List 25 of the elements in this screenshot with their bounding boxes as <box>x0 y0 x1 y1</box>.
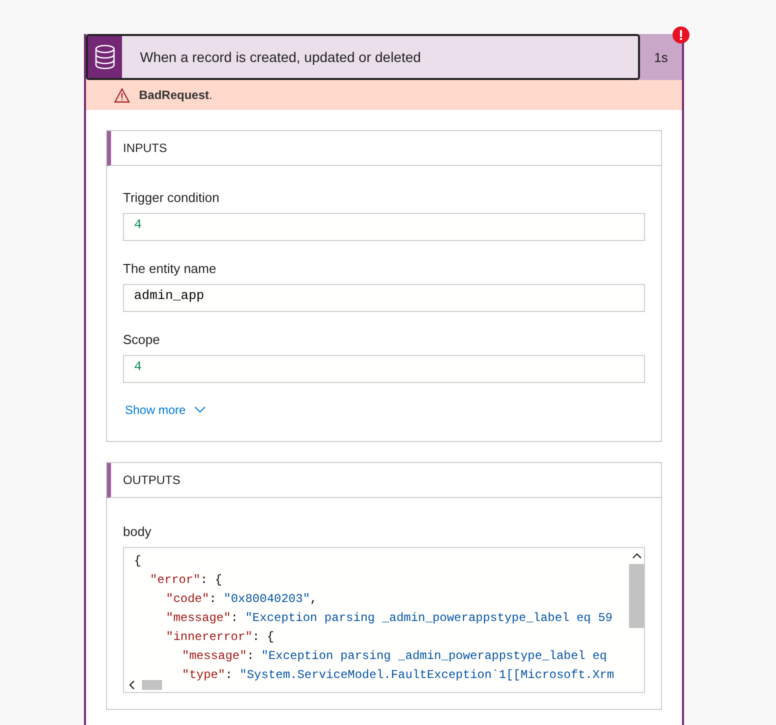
section-heading: OUTPUTS <box>123 473 180 487</box>
code-line: "code": "0x80040203", <box>166 591 318 608</box>
section-heading: INPUTS <box>123 141 168 155</box>
value-field: admin_app <box>123 284 645 312</box>
duration-label: 1s <box>653 48 669 66</box>
code-line: "message": "Exception parsing _admin_powerappstype_label eq <box>182 648 607 665</box>
field-label: Scope <box>123 332 161 347</box>
chevron-up-icon[interactable] <box>632 552 642 560</box>
error-message: BadRequest. <box>139 88 212 102</box>
code-line: "message": "Exception parsing _admin_powerappstype_label eq 59 <box>166 610 612 627</box>
code-line: "innererror": { <box>166 629 274 646</box>
field-label: body <box>123 524 152 539</box>
database-icon <box>88 36 122 78</box>
field-label: The entity name <box>123 261 218 276</box>
warning-icon <box>114 88 130 102</box>
code-line: "error": { <box>150 572 222 589</box>
show-more-link[interactable]: Show more <box>123 403 208 417</box>
chevron-down-icon <box>194 406 206 414</box>
value-field: 4 <box>123 213 645 241</box>
code-line: { <box>134 553 142 570</box>
chevron-left-icon[interactable] <box>128 680 136 690</box>
field-label: Trigger condition <box>123 190 220 205</box>
code-line: "type": "System.ServiceModel.FaultException`1[[Microsoft.Xrm <box>182 667 614 684</box>
trigger-title[interactable]: When a record is created, updated or deleted <box>140 49 421 65</box>
value-field: 4 <box>123 355 645 383</box>
